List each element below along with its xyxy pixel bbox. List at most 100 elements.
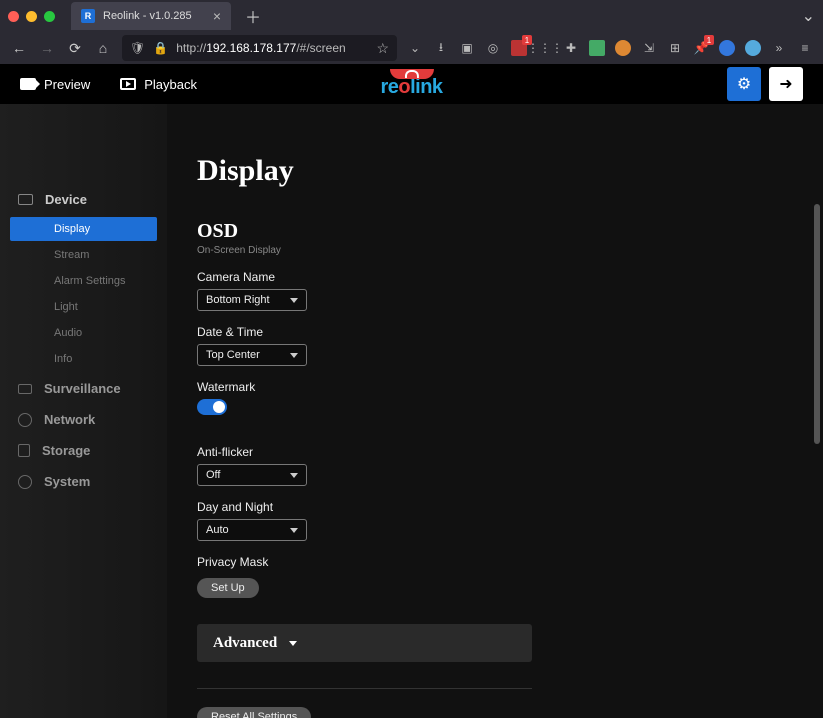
reolink-favicon: R — [81, 9, 95, 23]
sidebar-storage-label: Storage — [42, 443, 90, 458]
advanced-toggle[interactable]: Advanced — [197, 624, 532, 662]
main-content: Display OSD On-Screen Display Camera Nam… — [167, 104, 823, 718]
shield-icon[interactable]: 🛡 — [130, 41, 145, 55]
gear-icon: ⚙ — [737, 74, 751, 94]
extension-orange-icon[interactable] — [615, 40, 631, 56]
extension-arrow-icon[interactable]: ⇲ — [641, 40, 657, 56]
page-title: Display — [197, 154, 783, 188]
chevron-down-icon — [290, 298, 298, 303]
watermark-toggle[interactable] — [197, 399, 227, 415]
new-tab-button[interactable]: ＋ — [239, 4, 267, 28]
daynight-select[interactable]: Auto — [197, 519, 307, 541]
sidebar-section-device[interactable]: Device — [0, 184, 167, 215]
playback-label: Playback — [144, 77, 197, 92]
window-traffic-lights[interactable] — [8, 11, 55, 22]
home-button[interactable]: ⌂ — [94, 39, 112, 57]
pocket-icon[interactable]: ⌄ — [407, 40, 423, 56]
sidebar-section-storage[interactable]: Storage — [0, 435, 167, 466]
extension-grid-icon[interactable]: ⋮⋮⋮ — [537, 40, 553, 56]
datetime-label: Date & Time — [197, 325, 783, 339]
sidebar-section-surveillance[interactable]: Surveillance — [0, 373, 167, 404]
sidebar-section-network[interactable]: Network — [0, 404, 167, 435]
camera-name-select[interactable]: Bottom Right — [197, 289, 307, 311]
preview-label: Preview — [44, 77, 90, 92]
overflow-icon[interactable]: » — [771, 40, 787, 56]
advanced-label: Advanced — [213, 635, 277, 652]
account-icon[interactable]: ◎ — [485, 40, 501, 56]
privacy-mask-setup-button[interactable]: Set Up — [197, 578, 259, 598]
chevron-down-icon — [290, 353, 298, 358]
datetime-value: Top Center — [206, 349, 260, 361]
sidebar-item-alarm[interactable]: Alarm Settings — [10, 269, 157, 293]
tabs-dropdown-icon[interactable]: ⌄ — [802, 6, 815, 26]
sidebar-section-system[interactable]: System — [0, 466, 167, 497]
daynight-label: Day and Night — [197, 500, 783, 514]
device-icon — [18, 194, 33, 205]
system-icon — [18, 475, 32, 489]
scrollbar-thumb[interactable] — [814, 204, 820, 444]
playback-icon — [120, 78, 136, 90]
extension-green-icon[interactable] — [589, 40, 605, 56]
surveillance-icon — [18, 384, 32, 394]
camera-name-label: Camera Name — [197, 270, 783, 284]
antiflicker-select[interactable]: Off — [197, 464, 307, 486]
sidebar-item-light[interactable]: Light — [10, 295, 157, 319]
sidebar-item-info[interactable]: Info — [10, 347, 157, 371]
downloads-icon[interactable]: ⭳ — [433, 40, 449, 56]
sidebar-item-audio[interactable]: Audio — [10, 321, 157, 345]
settings-button[interactable]: ⚙ — [727, 67, 761, 101]
tab-title: Reolink - v1.0.285 — [103, 10, 205, 22]
extension-ublock-icon[interactable] — [511, 40, 527, 56]
maximize-window-icon[interactable] — [44, 11, 55, 22]
extension-pin-icon[interactable]: ✚ — [563, 40, 579, 56]
exit-icon: ➜ — [779, 74, 792, 94]
sidebar-item-display[interactable]: Display — [10, 217, 157, 241]
url-text: http://192.168.178.177/#/screen — [176, 41, 368, 55]
antiflicker-label: Anti-flicker — [197, 445, 783, 459]
extension-pin-badge-icon[interactable]: 📌 — [693, 40, 709, 56]
sidebar: Device Display Stream Alarm Settings Lig… — [0, 104, 167, 718]
toggle-knob — [213, 401, 225, 413]
minimize-window-icon[interactable] — [26, 11, 37, 22]
sidebar-system-label: System — [44, 474, 90, 489]
sidebar-item-stream[interactable]: Stream — [10, 243, 157, 267]
extension-puzzle-icon[interactable]: ⊞ — [667, 40, 683, 56]
extension-blue-icon[interactable] — [719, 40, 735, 56]
reset-all-button[interactable]: Reset All Settings — [197, 707, 311, 718]
preview-link[interactable]: Preview — [20, 77, 90, 92]
playback-link[interactable]: Playback — [120, 77, 197, 92]
url-bar[interactable]: 🛡 🔒 http://192.168.178.177/#/screen ☆ — [122, 35, 397, 61]
osd-subheading: On-Screen Display — [197, 245, 783, 256]
hamburger-menu-icon[interactable]: ≡ — [797, 40, 813, 56]
close-tab-icon[interactable]: × — [213, 8, 221, 24]
logout-button[interactable]: ➜ — [769, 67, 803, 101]
reolink-logo: reolink — [380, 69, 442, 99]
privacy-mask-label: Privacy Mask — [197, 555, 783, 569]
sidebar-surveillance-label: Surveillance — [44, 381, 121, 396]
divider — [197, 688, 532, 689]
camera-icon — [20, 78, 36, 90]
storage-icon — [18, 444, 30, 457]
close-window-icon[interactable] — [8, 11, 19, 22]
reader-icon[interactable]: ▣ — [459, 40, 475, 56]
extension-teal-icon[interactable] — [745, 40, 761, 56]
chevron-down-icon — [290, 473, 298, 478]
antiflicker-value: Off — [206, 469, 220, 481]
watermark-label: Watermark — [197, 380, 783, 394]
osd-heading: OSD — [197, 220, 783, 243]
datetime-select[interactable]: Top Center — [197, 344, 307, 366]
chevron-down-icon — [289, 641, 297, 646]
chevron-down-icon — [290, 528, 298, 533]
daynight-value: Auto — [206, 524, 229, 536]
sidebar-device-label: Device — [45, 192, 87, 207]
camera-name-value: Bottom Right — [206, 294, 270, 306]
reolink-logo-mark — [389, 69, 433, 79]
sidebar-network-label: Network — [44, 412, 95, 427]
network-icon — [18, 413, 32, 427]
bookmark-star-icon[interactable]: ☆ — [376, 40, 389, 57]
lock-icon[interactable]: 🔒 — [153, 41, 168, 55]
reload-button[interactable]: ⟳ — [66, 39, 84, 57]
browser-tab[interactable]: R Reolink - v1.0.285 × — [71, 2, 231, 30]
back-button[interactable]: ← — [10, 39, 28, 57]
forward-button[interactable]: → — [38, 39, 56, 57]
